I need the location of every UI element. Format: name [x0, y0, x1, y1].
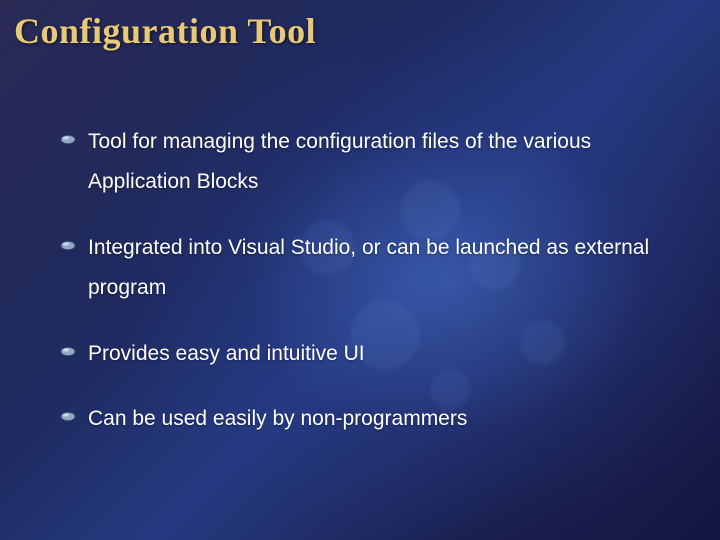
lens-bullet-icon — [60, 411, 76, 422]
lens-bullet-icon — [60, 346, 76, 357]
list-item-text: Integrated into Visual Studio, or can be… — [88, 236, 649, 299]
slide-title: Configuration Tool — [0, 0, 720, 52]
lens-bullet-icon — [60, 240, 76, 251]
list-item-text: Tool for managing the configuration file… — [88, 130, 591, 193]
list-item-text: Can be used easily by non-programmers — [88, 407, 467, 430]
list-item: Integrated into Visual Studio, or can be… — [60, 228, 680, 308]
list-item: Can be used easily by non-programmers — [60, 399, 680, 439]
bullet-list: Tool for managing the configuration file… — [60, 122, 680, 439]
list-item-text: Provides easy and intuitive UI — [88, 342, 365, 365]
list-item: Provides easy and intuitive UI — [60, 334, 680, 374]
list-item: Tool for managing the configuration file… — [60, 122, 680, 202]
lens-bullet-icon — [60, 134, 76, 145]
slide-body: Tool for managing the configuration file… — [0, 52, 720, 439]
